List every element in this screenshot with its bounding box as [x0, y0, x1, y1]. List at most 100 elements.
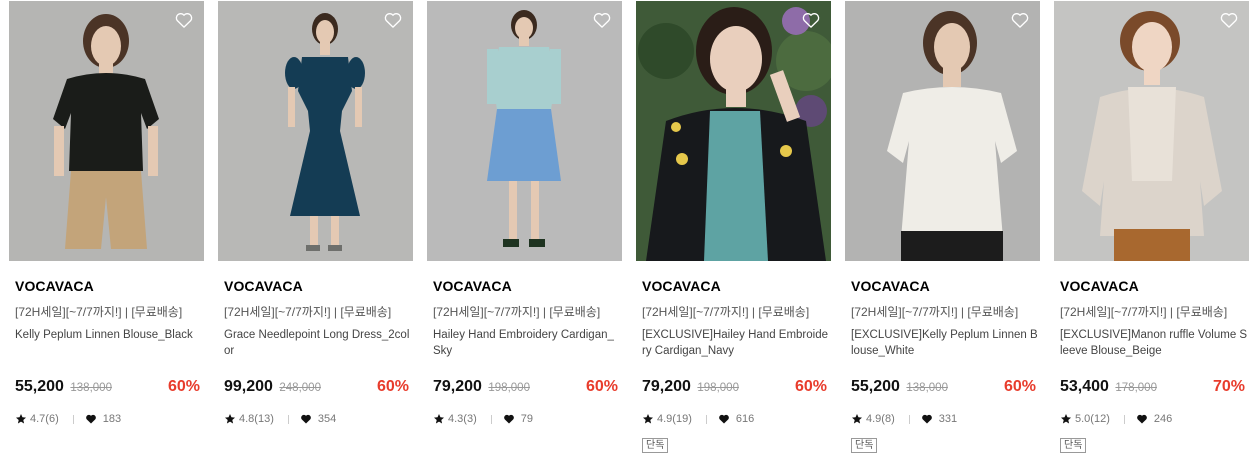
sale-price: 79,200 [433, 378, 482, 395]
product-meta: 4.9(8) 331 [851, 413, 957, 425]
price-block: 55,200 138,000 [851, 378, 948, 396]
likes-count: 616 [735, 413, 755, 425]
promo-text: [72H세일][~7/7까지!] | [무료배송] [433, 305, 601, 319]
sale-price: 55,200 [851, 378, 900, 395]
product-meta: 5.0(12) 246 [1060, 413, 1172, 425]
divider [705, 414, 707, 424]
heart-filled-icon [921, 413, 933, 425]
likes-count: 79 [520, 413, 533, 425]
promo-text: [72H세일][~7/7까지!] | [무료배송] [642, 305, 810, 319]
price-block: 99,200 248,000 [224, 378, 321, 396]
product-meta: 4.8(13) 354 [224, 413, 336, 425]
original-price: 178,000 [1115, 382, 1157, 394]
brand-name[interactable]: VOCAVACA [433, 278, 512, 294]
star-icon [1060, 413, 1072, 425]
rating-text: 4.3(3) [448, 413, 477, 425]
original-price: 248,000 [279, 382, 321, 394]
product-card[interactable]: VOCAVACA [72H세일][~7/7까지!] | [무료배송] [EXCL… [1054, 1, 1249, 453]
price-block: 79,200 198,000 [642, 378, 739, 396]
discount-rate: 60% [376, 378, 409, 395]
original-price: 198,000 [488, 382, 530, 394]
likes-count: 354 [317, 413, 337, 425]
heart-outline-icon[interactable] [383, 10, 403, 30]
star-icon [433, 413, 445, 425]
exclusive-badge: 단독 [851, 438, 878, 453]
product-meta: 4.7(6) 183 [15, 413, 121, 425]
product-meta: 4.3(3) 79 [433, 413, 533, 425]
product-image[interactable] [636, 1, 831, 261]
product-grid: VOCAVACA [72H세일][~7/7까지!] | [무료배송] Kelly… [9, 1, 1256, 453]
product-card[interactable]: VOCAVACA [72H세일][~7/7까지!] | [무료배송] [EXCL… [845, 1, 1040, 453]
heart-filled-icon [1136, 413, 1148, 425]
rating-text: 5.0(12) [1075, 413, 1110, 425]
rating-text: 4.9(19) [657, 413, 692, 425]
brand-name[interactable]: VOCAVACA [1060, 278, 1139, 294]
sale-price: 53,400 [1060, 378, 1109, 395]
heart-outline-icon[interactable] [1010, 10, 1030, 30]
product-image[interactable] [845, 1, 1040, 261]
heart-outline-icon[interactable] [1219, 10, 1239, 30]
heart-filled-icon [300, 413, 312, 425]
brand-name[interactable]: VOCAVACA [15, 278, 94, 294]
product-name[interactable]: [EXCLUSIVE]Kelly Peplum Linnen Blouse_Wh… [851, 327, 1039, 359]
product-name[interactable]: Grace Needlepoint Long Dress_2color [224, 327, 412, 359]
likes-count: 246 [1153, 413, 1173, 425]
brand-name[interactable]: VOCAVACA [851, 278, 930, 294]
discount-rate: 60% [167, 378, 200, 395]
product-image[interactable] [9, 1, 204, 261]
exclusive-badge: 단독 [642, 438, 669, 453]
original-price: 138,000 [70, 382, 112, 394]
promo-text: [72H세일][~7/7까지!] | [무료배송] [1060, 305, 1228, 319]
product-card[interactable]: VOCAVACA [72H세일][~7/7까지!] | [무료배송] Haile… [427, 1, 622, 425]
star-icon [642, 413, 654, 425]
exclusive-badge: 단독 [1060, 438, 1087, 453]
promo-text: [72H세일][~7/7까지!] | [무료배송] [851, 305, 1019, 319]
star-icon [851, 413, 863, 425]
product-name[interactable]: [EXCLUSIVE]Hailey Hand Embroidery Cardig… [642, 327, 830, 359]
discount-rate: 60% [794, 378, 827, 395]
likes-count: 183 [102, 413, 122, 425]
likes-count: 331 [938, 413, 958, 425]
heart-filled-icon [85, 413, 97, 425]
divider [490, 414, 492, 424]
heart-outline-icon[interactable] [801, 10, 821, 30]
heart-filled-icon [718, 413, 730, 425]
price-block: 79,200 198,000 [433, 378, 530, 396]
price-block: 55,200 138,000 [15, 378, 112, 396]
product-name[interactable]: [EXCLUSIVE]Manon ruffle Volume Sleeve Bl… [1060, 327, 1248, 359]
product-card[interactable]: VOCAVACA [72H세일][~7/7까지!] | [무료배송] Kelly… [9, 1, 204, 425]
divider [72, 414, 74, 424]
brand-name[interactable]: VOCAVACA [224, 278, 303, 294]
product-card[interactable]: VOCAVACA [72H세일][~7/7까지!] | [무료배송] [EXCL… [636, 1, 831, 453]
product-card[interactable]: VOCAVACA [72H세일][~7/7까지!] | [무료배송] Grace… [218, 1, 413, 425]
rating-text: 4.9(8) [866, 413, 895, 425]
product-image[interactable] [218, 1, 413, 261]
star-icon [15, 413, 27, 425]
sale-price: 79,200 [642, 378, 691, 395]
sale-price: 55,200 [15, 378, 64, 395]
promo-text: [72H세일][~7/7까지!] | [무료배송] [224, 305, 392, 319]
original-price: 198,000 [697, 382, 739, 394]
original-price: 138,000 [906, 382, 948, 394]
price-block: 53,400 178,000 [1060, 378, 1157, 396]
rating-text: 4.8(13) [239, 413, 274, 425]
promo-text: [72H세일][~7/7까지!] | [무료배송] [15, 305, 183, 319]
heart-filled-icon [503, 413, 515, 425]
product-meta: 4.9(19) 616 [642, 413, 754, 425]
rating-text: 4.7(6) [30, 413, 59, 425]
brand-name[interactable]: VOCAVACA [642, 278, 721, 294]
product-name[interactable]: Kelly Peplum Linnen Blouse_Black [15, 327, 203, 343]
product-image[interactable] [1054, 1, 1249, 261]
divider [908, 414, 910, 424]
sale-price: 99,200 [224, 378, 273, 395]
divider [287, 414, 289, 424]
product-image[interactable] [427, 1, 622, 261]
discount-rate: 60% [1003, 378, 1036, 395]
heart-outline-icon[interactable] [174, 10, 194, 30]
discount-rate: 60% [585, 378, 618, 395]
product-name[interactable]: Hailey Hand Embroidery Cardigan_Sky [433, 327, 621, 359]
heart-outline-icon[interactable] [592, 10, 612, 30]
divider [1123, 414, 1125, 424]
star-icon [224, 413, 236, 425]
discount-rate: 70% [1212, 378, 1245, 395]
